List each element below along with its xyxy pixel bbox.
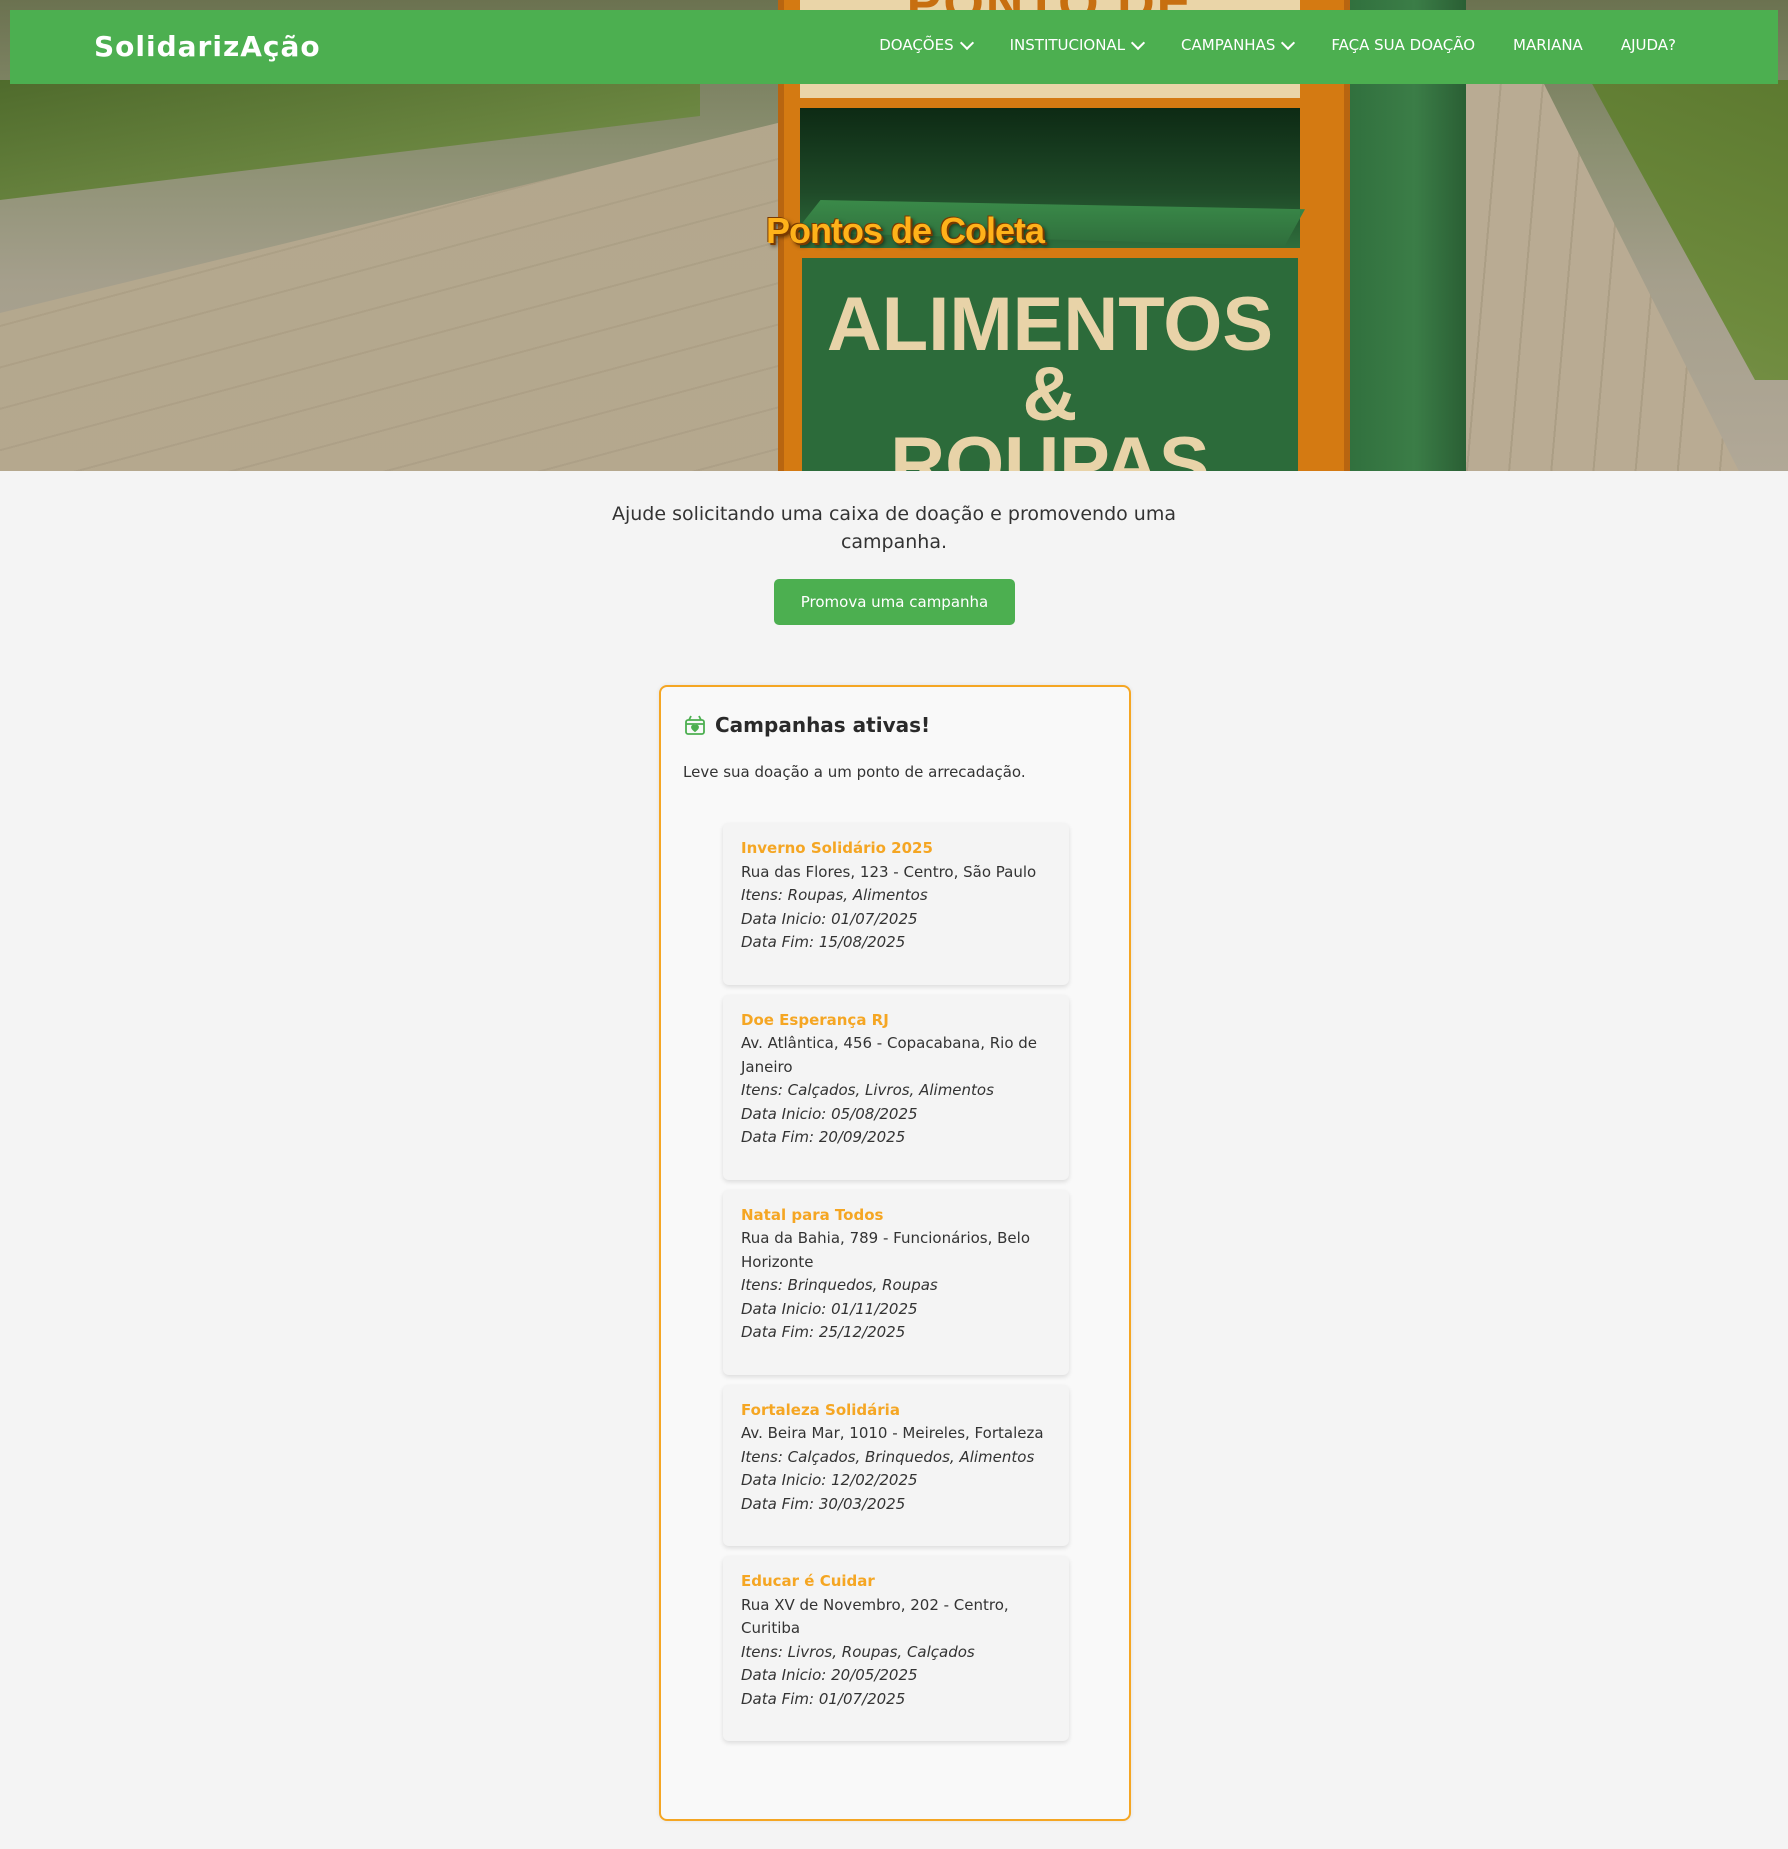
nav-item-label: DOAÇÕES [879,36,954,54]
chevron-down-icon [1130,35,1146,50]
nav-item-label: INSTITUCIONAL [1009,36,1126,54]
chevron-down-icon [1281,35,1296,50]
gift-box-icon [685,715,705,735]
navbar: SolidarizAção DOAÇÕES INSTITUCIONAL CAMP… [10,10,1778,84]
campaign-address: Rua da Bahia, 789 - Funcionários, Belo H… [741,1229,1030,1271]
campaign-name: Inverno Solidário 2025 [741,839,933,857]
campaign-card[interactable]: Doe Esperança RJ Av. Atlântica, 456 - Co… [723,994,1069,1180]
nav-item-doacoes[interactable]: DOAÇÕES [879,35,974,54]
nav-item-institucional[interactable]: INSTITUCIONAL [1009,35,1146,54]
donation-box-panel-text: ALIMENTOS & ROUPAS [802,282,1298,472]
campaign-list: Inverno Solidário 2025 Rua das Flores, 1… [723,823,1069,1751]
campaign-start-date: Data Inicio: 05/08/2025 [741,1104,918,1123]
panel-line: & [1022,352,1078,437]
promote-campaign-button[interactable]: Promova uma campanha [774,579,1015,625]
campaign-address: Av. Atlântica, 456 - Copacabana, Rio de … [741,1034,1038,1076]
intro-text: Ajude solicitando uma caixa de doação e … [611,503,1176,553]
campaign-items: Itens: Brinquedos, Roupas [741,1276,938,1294]
site-logo[interactable]: SolidarizAção [94,30,321,63]
campaign-start-date: Data Inicio: 01/07/2025 [741,909,918,928]
hero-title: Pontos de Coleta [766,210,1045,251]
main-nav: DOAÇÕES INSTITUCIONAL CAMPANHAS FAÇA SUA… [879,35,1676,54]
panel-subtitle: Leve sua doação a um ponto de arrecadaçã… [683,763,1026,781]
campaign-end-date: Data Fim: 20/09/2025 [741,1128,906,1146]
nav-item-ajuda[interactable]: AJUDA? [1621,36,1676,54]
panel-line: ALIMENTOS [826,282,1274,367]
panel-title: Campanhas ativas! [715,713,931,737]
campaign-name: Fortaleza Solidária [741,1400,900,1419]
campaign-end-date: Data Fim: 01/07/2025 [741,1689,906,1708]
nav-item-label: AJUDA? [1620,36,1676,54]
campaign-card[interactable]: Inverno Solidário 2025 Rua das Flores, 1… [723,823,1069,985]
campaign-address: Rua das Flores, 123 - Centro, São Paulo [741,862,1037,881]
campaign-address: Av. Beira Mar, 1010 - Meireles, Fortalez… [741,1424,1044,1442]
campaign-end-date: Data Fim: 15/08/2025 [741,933,906,951]
nav-item-label: CAMPANHAS [1181,36,1276,54]
campaign-end-date: Data Fim: 30/03/2025 [741,1494,906,1513]
panel-header: Campanhas ativas! [683,713,930,737]
campaign-name: Natal para Todos [741,1205,884,1224]
campaign-end-date: Data Fim: 25/12/2025 [741,1323,906,1341]
campaign-card[interactable]: Natal para Todos Rua da Bahia, 789 - Fun… [723,1189,1069,1375]
campaign-items: Itens: Livros, Roupas, Calçados [741,1642,975,1661]
campaign-address: Rua XV de Novembro, 202 - Centro, Curiti… [741,1595,1009,1638]
campaign-start-date: Data Inicio: 20/05/2025 [741,1666,918,1684]
chevron-down-icon [959,35,974,50]
nav-item-user[interactable]: MARIANA [1513,36,1583,54]
campaign-card[interactable]: Fortaleza Solidária Av. Beira Mar, 1010 … [723,1384,1069,1546]
campaign-items: Itens: Calçados, Brinquedos, Alimentos [741,1447,1035,1466]
nav-item-label: FAÇA SUA DOAÇÃO [1331,36,1476,54]
active-campaigns-panel: Campanhas ativas! Leve sua doação a um p… [659,685,1131,1821]
campaign-card[interactable]: Educar é Cuidar Rua XV de Novembro, 202 … [723,1556,1069,1741]
nav-item-faca-sua-doacao[interactable]: FAÇA SUA DOAÇÃO [1331,36,1475,54]
campaign-items: Itens: Calçados, Livros, Alimentos [741,1081,994,1099]
nav-item-label: MARIANA [1513,36,1583,54]
nav-item-campanhas[interactable]: CAMPANHAS [1181,35,1296,54]
campaign-start-date: Data Inicio: 01/11/2025 [741,1299,918,1318]
campaign-name: Doe Esperança RJ [741,1010,889,1029]
campaign-items: Itens: Roupas, Alimentos [741,886,928,904]
campaign-name: Educar é Cuidar [741,1572,875,1590]
campaign-start-date: Data Inicio: 12/02/2025 [741,1471,918,1489]
panel-line: ROUPAS [890,422,1210,472]
